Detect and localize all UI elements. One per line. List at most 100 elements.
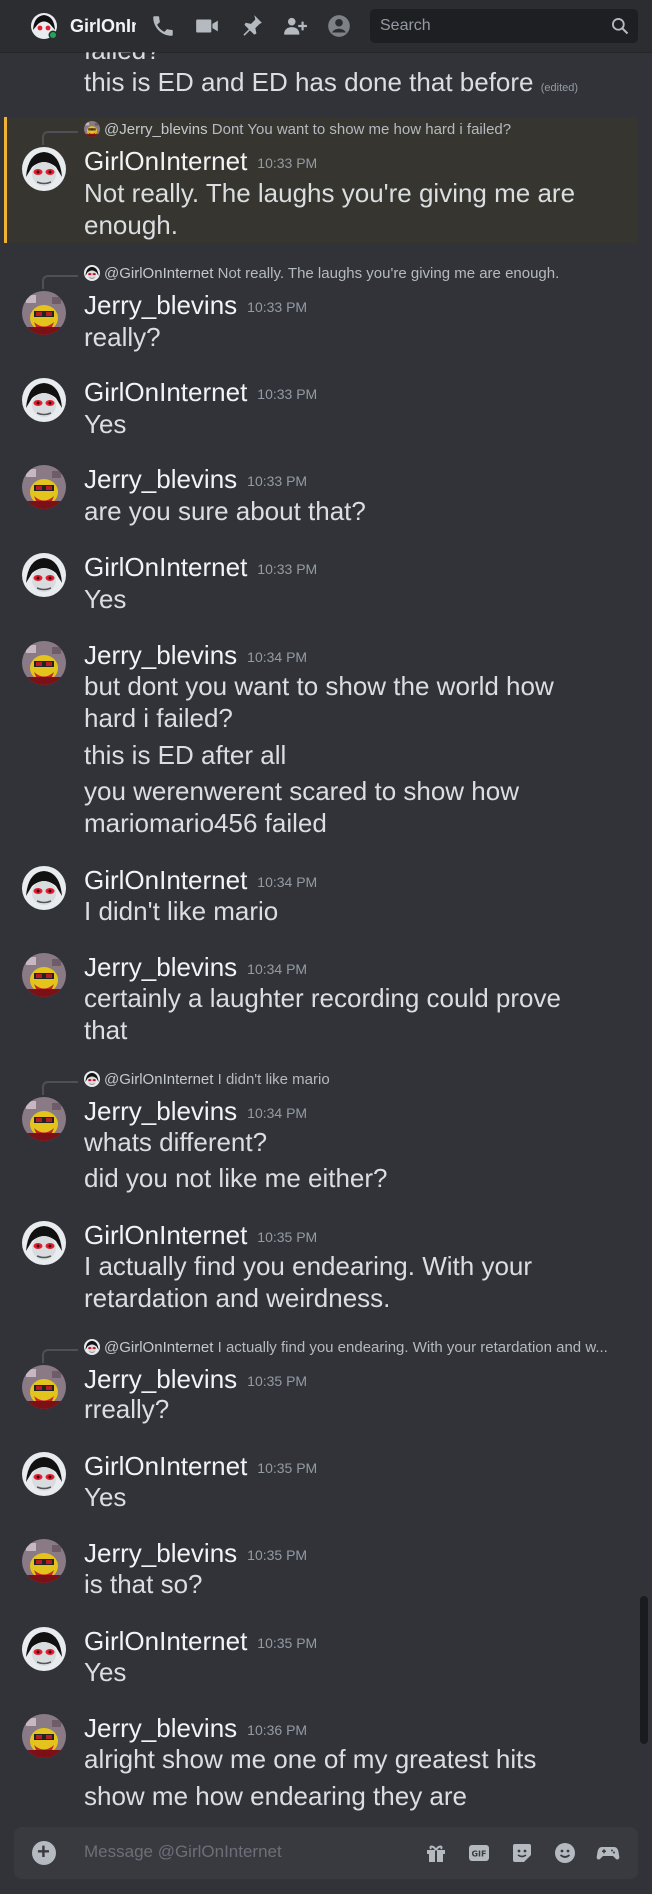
reply-preview[interactable]: @GirlOnInternet Not really. The laughs y… (84, 265, 559, 282)
avatar[interactable] (22, 1452, 66, 1496)
message-line: are you sure about that? (84, 496, 366, 526)
avatar[interactable] (22, 1714, 66, 1758)
reply-text: I actually find you endearing. With your… (217, 1339, 608, 1356)
author-name[interactable]: Jerry_blevins (84, 1713, 237, 1743)
video-icon[interactable] (194, 13, 220, 39)
timestamp: 10:34 PM (247, 1105, 308, 1121)
avatar[interactable] (22, 378, 66, 422)
message-line: hard i failed? (84, 703, 233, 733)
gift-icon[interactable] (424, 1841, 448, 1865)
reply-text: Not really. The laughs you're giving me … (217, 265, 560, 282)
message-line: this is ED after all (84, 740, 287, 770)
reply-author[interactable]: @GirlOnInternet (104, 265, 213, 282)
reply-author[interactable]: @GirlOnInternet (104, 1339, 213, 1356)
message-author: Jerry_blevins 10:33 PM (84, 464, 307, 495)
message-line: did you not like me either? (84, 1163, 388, 1193)
message-line: rreally? (84, 1394, 170, 1424)
author-name[interactable]: GirlOnInternet (84, 1626, 247, 1656)
author-name[interactable]: GirlOnInternet (84, 865, 247, 895)
author-name[interactable]: GirlOnInternet (84, 146, 247, 176)
reply-connector (42, 1349, 78, 1363)
author-name[interactable]: Jerry_blevins (84, 1538, 237, 1568)
message-line: Yes (84, 1482, 127, 1512)
message-author: Jerry_blevins 10:34 PM (84, 640, 307, 671)
message-line: Not really. The laughs you're giving me … (84, 178, 576, 208)
reply-text: I didn't like mario (217, 1071, 330, 1088)
message-line: certainly a laughter recording could pro… (84, 983, 561, 1013)
pin-icon[interactable] (238, 13, 264, 39)
message-author: GirlOnInternet 10:33 PM (84, 552, 317, 583)
avatar[interactable] (22, 1097, 66, 1141)
phone-icon[interactable] (150, 13, 176, 39)
author-name[interactable]: Jerry_blevins (84, 952, 237, 982)
activity-icon[interactable] (596, 1841, 620, 1865)
add-friends-icon[interactable] (282, 13, 308, 39)
avatar[interactable] (22, 1365, 66, 1409)
svg-text:GIF: GIF (471, 1850, 486, 1859)
author-name[interactable]: Jerry_blevins (84, 290, 237, 320)
avatar[interactable] (22, 866, 66, 910)
author-name[interactable]: GirlOnInternet (84, 1451, 247, 1481)
reply-connector (42, 1081, 78, 1095)
message-line: Yes (84, 584, 127, 614)
dm-avatar[interactable] (30, 12, 58, 40)
message-line: Yes (84, 1657, 127, 1687)
timestamp: 10:33 PM (247, 473, 308, 489)
profile-icon[interactable] (326, 13, 352, 39)
author-name[interactable]: GirlOnInternet (84, 552, 247, 582)
message-input[interactable]: Message @GirlOnInternet (84, 1842, 282, 1862)
timestamp: 10:34 PM (247, 961, 308, 977)
reply-avatar (84, 1071, 100, 1087)
author-name[interactable]: Jerry_blevins (84, 464, 237, 494)
search-placeholder: Search (380, 17, 431, 34)
avatar[interactable] (22, 1627, 66, 1671)
reply-author[interactable]: @Jerry_blevins (104, 121, 208, 138)
reply-avatar (84, 1339, 100, 1355)
search-input[interactable]: Search (370, 9, 638, 43)
author-name[interactable]: GirlOnInternet (84, 377, 247, 407)
timestamp: 10:33 PM (247, 299, 308, 315)
message-line: really? (84, 322, 161, 352)
timestamp: 10:35 PM (257, 1229, 318, 1245)
scrollbar-thumb[interactable] (640, 1596, 648, 1744)
message-line: enough. (84, 210, 178, 240)
author-name[interactable]: Jerry_blevins (84, 1364, 237, 1394)
search-icon[interactable] (610, 16, 630, 36)
avatar[interactable] (22, 291, 66, 335)
gif-icon[interactable]: GIF (467, 1841, 491, 1865)
reply-preview[interactable]: @GirlOnInternet I didn't like mario (84, 1071, 330, 1088)
author-name[interactable]: GirlOnInternet (84, 1220, 247, 1250)
author-name[interactable]: Jerry_blevins (84, 640, 237, 670)
add-attachment-button[interactable] (32, 1839, 56, 1865)
sticker-icon[interactable] (510, 1841, 534, 1865)
reply-preview[interactable]: @Jerry_blevins Dont You want to show me … (84, 121, 511, 138)
avatar[interactable] (22, 1539, 66, 1583)
author-name[interactable]: Jerry_blevins (84, 1096, 237, 1126)
message-line: Yes (84, 409, 127, 439)
avatar[interactable] (22, 147, 66, 191)
message-line: this is ED and ED has done that before (84, 67, 534, 97)
avatar[interactable] (22, 465, 66, 509)
avatar-image (31, 13, 58, 40)
reply-preview[interactable]: @GirlOnInternet I actually find you ende… (84, 1339, 608, 1356)
avatar[interactable] (22, 641, 66, 685)
message-author: GirlOnInternet 10:33 PM (84, 377, 317, 408)
avatar[interactable] (22, 953, 66, 997)
message-list[interactable]: failed? this is ED and ED has done that … (0, 0, 652, 1820)
timestamp: 10:35 PM (247, 1547, 308, 1563)
message-composer[interactable]: Message @GirlOnInternet GIF (14, 1827, 638, 1879)
message-author: GirlOnInternet 10:35 PM (84, 1626, 317, 1657)
message-line: that (84, 1015, 128, 1045)
message-text: this is ED and ED has done that before (… (84, 66, 614, 104)
timestamp: 10:36 PM (247, 1722, 308, 1738)
reply-author[interactable]: @GirlOnInternet (104, 1071, 213, 1088)
edited-label: (edited) (540, 82, 579, 94)
avatar[interactable] (22, 553, 66, 597)
timestamp: 10:35 PM (257, 1460, 318, 1476)
emoji-icon[interactable] (553, 1841, 577, 1865)
reply-connector (42, 131, 78, 145)
avatar[interactable] (22, 1221, 66, 1265)
timestamp: 10:35 PM (247, 1373, 308, 1389)
timestamp: 10:34 PM (257, 874, 318, 890)
timestamp: 10:35 PM (257, 1635, 318, 1651)
